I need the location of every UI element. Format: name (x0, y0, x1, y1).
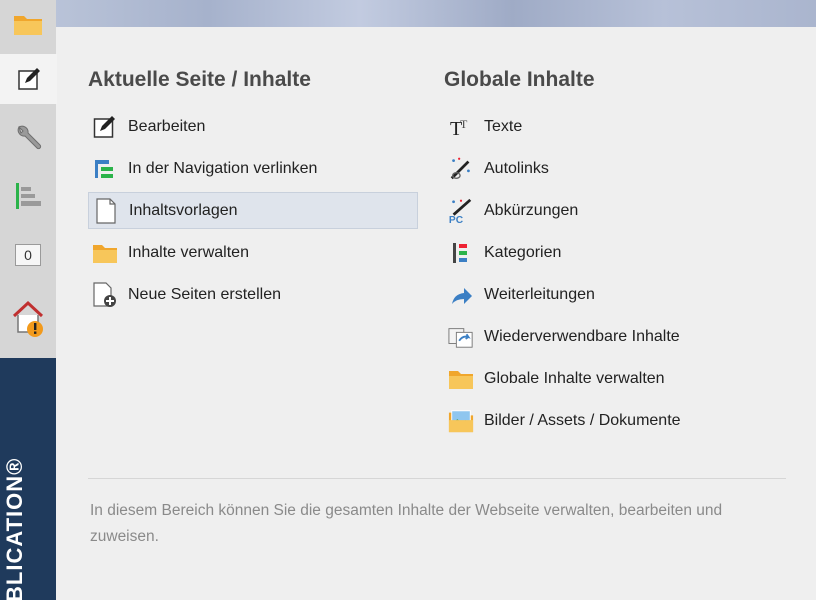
brand-logo: BLICATION® (2, 457, 27, 600)
sidebar: 0 BLICATION® (0, 0, 57, 600)
edit-label: Bearbeiten (128, 117, 206, 135)
sidebar-counter[interactable]: 0 (0, 240, 56, 270)
manage-content-label: Inhalte verwalten (128, 243, 249, 261)
pencil-icon (92, 114, 118, 140)
current-page-section: Aktuelle Seite / Inhalte Bearbeiten In d… (88, 68, 418, 318)
sidebar-settings-button[interactable] (0, 118, 56, 158)
folder-icon (14, 16, 42, 35)
page-icon (93, 197, 119, 224)
brand-panel: BLICATION® (0, 358, 56, 600)
edit-icon (17, 68, 40, 90)
tree-icon (92, 156, 118, 182)
navigation-link[interactable]: In der Navigation verlinken (88, 150, 418, 187)
images-assets-link[interactable]: Bilder / Assets / Dokumente (444, 402, 784, 439)
abbreviations-link[interactable]: PC Abkürzungen (444, 192, 784, 229)
autolinks-label: Autolinks (484, 159, 549, 177)
svg-text:PC: PC (449, 215, 464, 225)
manage-global-link[interactable]: Globale Inhalte verwalten (444, 360, 784, 397)
redirect-icon (448, 282, 474, 308)
new-pages-label: Neue Seiten erstellen (128, 285, 281, 303)
global-content-section: Globale Inhalte TT Texte Autolinks PC Ab… (444, 68, 784, 444)
categories-link[interactable]: Kategorien (444, 234, 784, 271)
folder-icon (92, 240, 118, 266)
sidebar-structure-button[interactable] (0, 176, 56, 216)
images-assets-label: Bilder / Assets / Dokumente (484, 411, 681, 429)
templates-link[interactable]: Inhaltsvorlagen (88, 192, 418, 229)
categories-icon (448, 240, 474, 266)
section-description: In diesem Bereich können Sie die gesamte… (90, 502, 723, 545)
sidebar-edit-button[interactable] (0, 54, 57, 104)
magic-link-icon (448, 156, 474, 182)
structure-icon (16, 183, 41, 209)
manage-global-label: Globale Inhalte verwalten (484, 369, 665, 387)
header-banner (56, 0, 816, 27)
reusable-content-label: Wiederverwendbare Inhalte (484, 327, 680, 345)
sidebar-folder-button[interactable] (0, 6, 56, 42)
magic-abbr-icon: PC (448, 198, 474, 225)
folder-icon (448, 366, 474, 392)
global-content-title: Globale Inhalte (444, 68, 595, 91)
manage-content-link[interactable]: Inhalte verwalten (88, 234, 418, 271)
current-page-title: Aktuelle Seite / Inhalte (88, 68, 311, 91)
reusable-content-link[interactable]: Wiederverwendbare Inhalte (444, 318, 784, 355)
texts-link[interactable]: TT Texte (444, 108, 784, 145)
redirects-link[interactable]: Weiterleitungen (444, 276, 784, 313)
wrench-icon (17, 125, 42, 150)
home-warning-icon (12, 300, 44, 337)
reuse-icon (448, 324, 474, 350)
redirects-label: Weiterleitungen (484, 285, 595, 303)
sidebar-home-button[interactable] (0, 296, 56, 340)
templates-label: Inhaltsvorlagen (129, 201, 238, 219)
image-icon (448, 408, 474, 434)
abbreviations-label: Abkürzungen (484, 201, 579, 219)
new-page-icon (92, 281, 118, 308)
counter-badge: 0 (15, 244, 41, 266)
section-divider (88, 478, 786, 479)
categories-label: Kategorien (484, 243, 562, 261)
edit-link[interactable]: Bearbeiten (88, 108, 418, 145)
autolinks-link[interactable]: Autolinks (444, 150, 784, 187)
texts-label: Texte (484, 117, 523, 135)
svg-text:T: T (460, 117, 468, 131)
new-pages-link[interactable]: Neue Seiten erstellen (88, 276, 418, 313)
text-icon: TT (448, 114, 474, 140)
navigation-label: In der Navigation verlinken (128, 159, 318, 177)
